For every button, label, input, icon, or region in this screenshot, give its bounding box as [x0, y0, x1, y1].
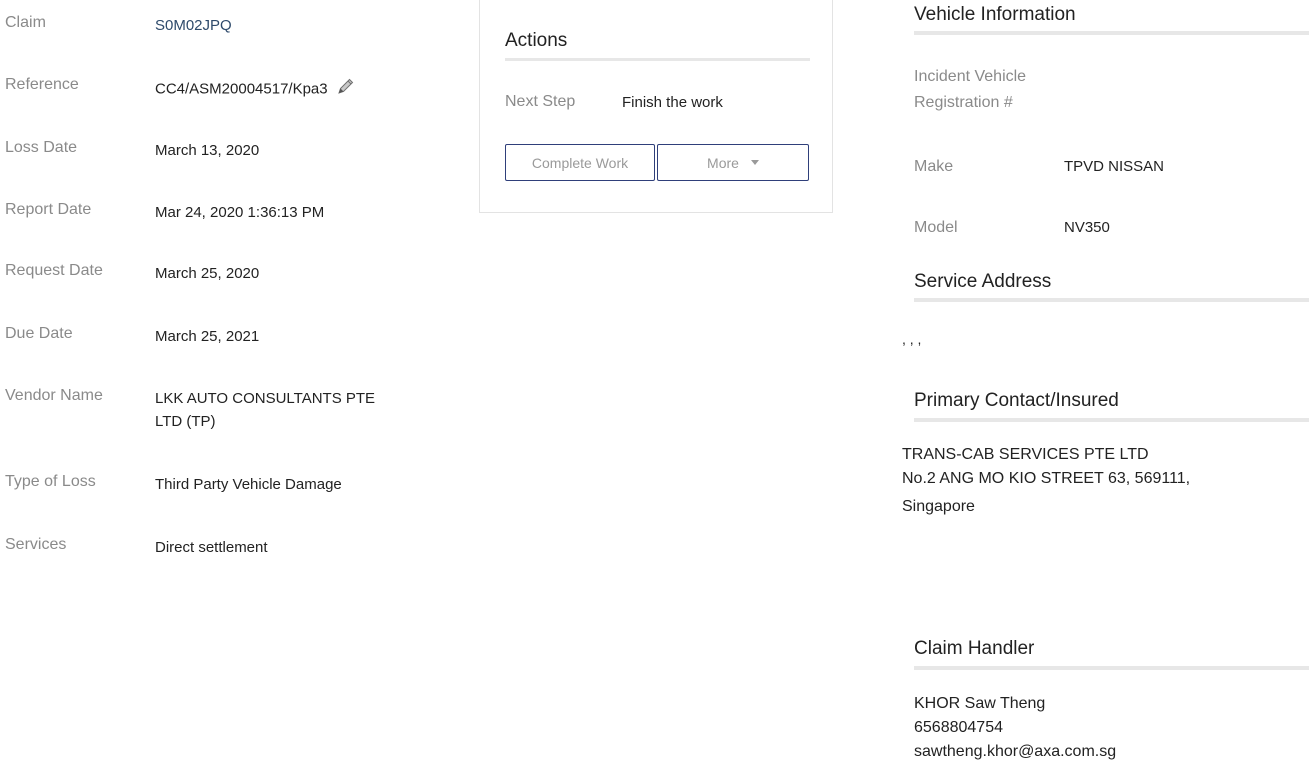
type-of-loss-label: Type of Loss: [5, 473, 96, 490]
loss-date-label: Loss Date: [5, 139, 78, 156]
claim-handler-title: Claim Handler: [914, 638, 1035, 659]
pencil-icon[interactable]: [336, 76, 356, 103]
type-of-loss-value: Third Party Vehicle Damage: [155, 476, 342, 493]
more-dropdown-button[interactable]: More: [657, 144, 809, 181]
primary-contact-divider: [914, 418, 1309, 422]
model-value: NV350: [1064, 219, 1110, 236]
service-address-divider: [914, 298, 1309, 302]
report-date-value: Mar 24, 2020 1:36:13 PM: [155, 204, 325, 221]
claim-handler-email[interactable]: sawtheng.khor@axa.com.sg: [914, 740, 1116, 764]
claim-handler-divider: [914, 666, 1309, 670]
actions-divider: [505, 58, 810, 61]
reference-label: Reference: [5, 76, 79, 93]
claim-number-link[interactable]: S0M02JPQ: [155, 14, 415, 37]
reference-value: CC4/ASM20004517/Kpa3: [155, 80, 328, 98]
claim-handler-name: KHOR Saw Theng: [914, 695, 1046, 712]
claim-handler-phone: 6568804754: [914, 719, 1003, 736]
model-label: Model: [914, 219, 958, 236]
primary-contact-address: No.2 ANG MO KIO STREET 63, 569111,: [902, 470, 1191, 487]
complete-work-label: Complete Work: [531, 154, 629, 171]
complete-work-button[interactable]: Complete Work: [505, 144, 655, 181]
vehicle-info-divider: [914, 31, 1309, 35]
make-label: Make: [914, 158, 954, 175]
due-date-label: Due Date: [5, 325, 73, 342]
actions-card: Actions Next Step Finish the work Comple…: [479, 0, 833, 213]
registration-label: Incident Vehicle Registration #: [914, 68, 1027, 111]
primary-contact-country: Singapore: [902, 498, 975, 515]
vendor-name-label: Vendor Name: [5, 387, 103, 404]
services-label: Services: [5, 536, 67, 553]
primary-contact-title: Primary Contact/Insured: [914, 390, 1119, 411]
service-address-value: , , ,: [902, 331, 922, 347]
loss-date-value: March 13, 2020: [155, 142, 260, 159]
make-value: TPVD NISSAN: [1064, 158, 1165, 175]
next-step-value: Finish the work: [622, 94, 723, 111]
report-date-label: Report Date: [5, 201, 92, 218]
request-date-value: March 25, 2020: [155, 265, 260, 282]
vendor-name-value: LKK AUTO CONSULTANTS PTE LTD (TP): [155, 390, 376, 430]
claim-label: Claim: [5, 14, 46, 31]
vehicle-info-title: Vehicle Information: [914, 4, 1076, 25]
due-date-value: March 25, 2021: [155, 328, 260, 345]
next-step-label: Next Step: [505, 93, 576, 110]
primary-contact-name: TRANS-CAB SERVICES PTE LTD: [902, 446, 1149, 463]
request-date-label: Request Date: [5, 262, 103, 279]
more-label: More: [707, 154, 739, 171]
caret-down-icon: [750, 160, 759, 165]
services-value: Direct settlement: [155, 539, 268, 556]
actions-title: Actions: [505, 30, 568, 51]
service-address-title: Service Address: [914, 271, 1052, 292]
reference-value-wrap: CC4/ASM20004517/Kpa3: [155, 76, 415, 103]
